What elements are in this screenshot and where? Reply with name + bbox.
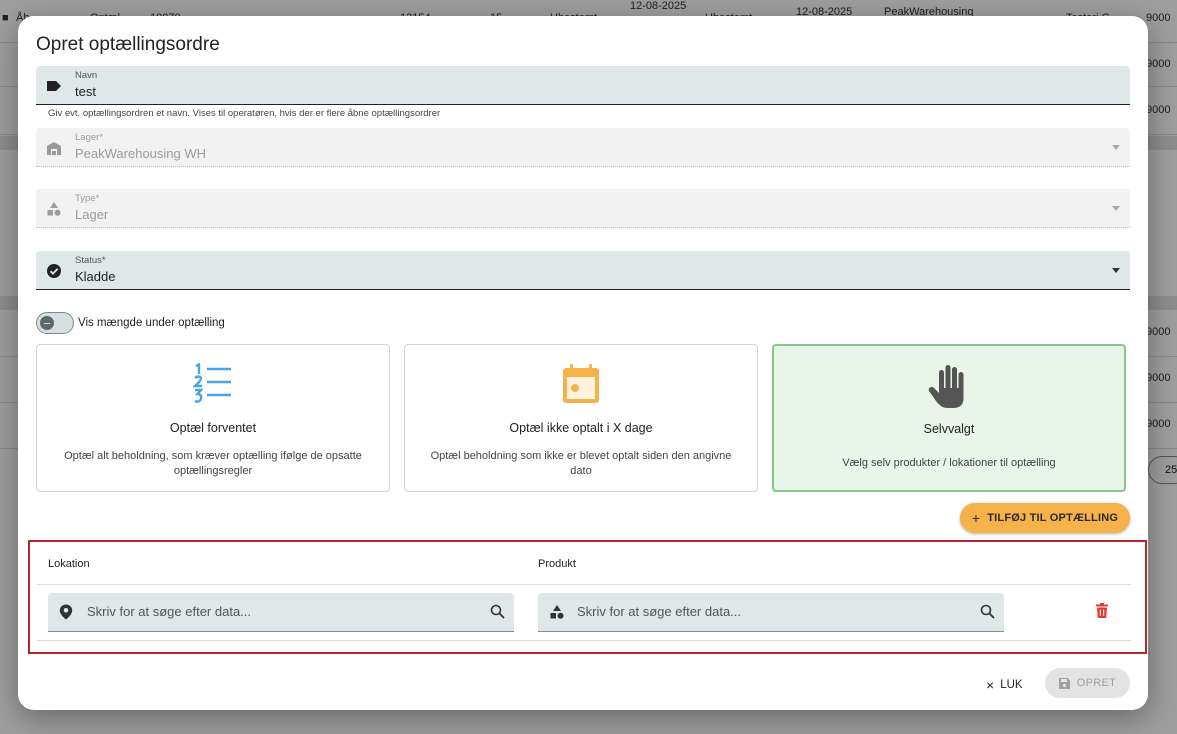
numbered-list-icon <box>193 363 231 403</box>
name-helper-text: Giv evt. optællingsordren et navn. Vises… <box>48 108 441 119</box>
close-icon: × <box>986 677 995 693</box>
delete-icon[interactable] <box>1096 603 1108 618</box>
card-self-selected[interactable]: Selvvalgt Vælg selv produkter / lokation… <box>772 344 1126 492</box>
card-description: Vælg selv produkter / lokationer til opt… <box>842 457 1056 469</box>
warehouse-label: Lager* <box>75 132 103 143</box>
divider <box>37 584 1131 585</box>
name-field[interactable]: Navn test <box>36 66 1130 105</box>
location-search-input[interactable]: Skriv for at søge efter data... <box>48 593 514 632</box>
card-description: Optæl beholdning som ikke er blevet opta… <box>430 450 732 477</box>
dialog-title: Opret optællingsordre <box>36 34 220 55</box>
chevron-down-icon <box>1112 145 1120 150</box>
create-button[interactable]: OPRET <box>1045 668 1130 698</box>
type-value: Lager <box>75 207 109 222</box>
status-label: Status* <box>75 255 106 266</box>
location-search-placeholder: Skriv for at søge efter data... <box>87 604 252 619</box>
card-title: Optæl ikke optalt i X dage <box>509 421 653 435</box>
check-circle-icon <box>47 264 61 278</box>
divider <box>37 640 1131 641</box>
hand-icon <box>928 365 964 408</box>
calendar-icon <box>563 364 599 403</box>
name-label: Navn <box>75 70 98 81</box>
shapes-icon <box>47 202 61 216</box>
plus-icon: + <box>971 510 981 526</box>
close-label: LUK <box>1000 679 1023 691</box>
shapes-icon <box>550 605 564 619</box>
show-quantity-toggle[interactable] <box>36 312 74 334</box>
chevron-down-icon <box>1112 206 1120 211</box>
search-icon[interactable] <box>490 604 505 619</box>
card-not-counted-days[interactable]: Optæl ikke optalt i X dage Optæl beholdn… <box>404 344 758 492</box>
product-search-placeholder: Skriv for at søge efter data... <box>577 604 742 619</box>
type-select[interactable]: Type* Lager <box>36 189 1130 228</box>
save-icon <box>1058 677 1070 689</box>
name-value: test <box>75 84 96 99</box>
toggle-knob <box>40 316 54 330</box>
location-column-header: Lokation <box>48 558 90 570</box>
type-label: Type* <box>75 193 100 204</box>
warehouse-select[interactable]: Lager* PeakWarehousing WH <box>36 128 1130 167</box>
chevron-down-icon <box>1112 268 1120 273</box>
show-quantity-label: Vis mængde under optælling <box>78 317 225 329</box>
add-to-count-button[interactable]: + TILFØJ TIL OPTÆLLING <box>960 503 1130 533</box>
status-value: Kladde <box>75 269 116 284</box>
selection-table: Lokation Produkt Skriv for at søge efter… <box>28 540 1147 654</box>
card-description: Optæl alt beholdning, som kræver optælli… <box>64 450 362 477</box>
card-title: Selvvalgt <box>923 422 975 436</box>
status-select[interactable]: Status* Kladde <box>36 251 1130 290</box>
label-icon <box>47 81 61 91</box>
card-title: Optæl forventet <box>169 421 257 435</box>
create-label: OPRET <box>1076 677 1117 689</box>
product-column-header: Produkt <box>538 558 576 570</box>
product-search-input[interactable]: Skriv for at søge efter data... <box>538 593 1004 632</box>
warehouse-icon <box>47 142 61 155</box>
warehouse-value: PeakWarehousing WH <box>75 146 207 161</box>
close-button[interactable]: × LUK <box>986 674 1023 696</box>
location-pin-icon <box>59 604 73 620</box>
create-count-order-dialog: Opret optællingsordre Navn test Giv evt.… <box>18 16 1148 710</box>
add-to-count-label: TILFØJ TIL OPTÆLLING <box>987 512 1119 524</box>
search-icon[interactable] <box>980 604 995 619</box>
card-expected-count[interactable]: Optæl forventet Optæl alt beholdning, so… <box>36 344 390 492</box>
